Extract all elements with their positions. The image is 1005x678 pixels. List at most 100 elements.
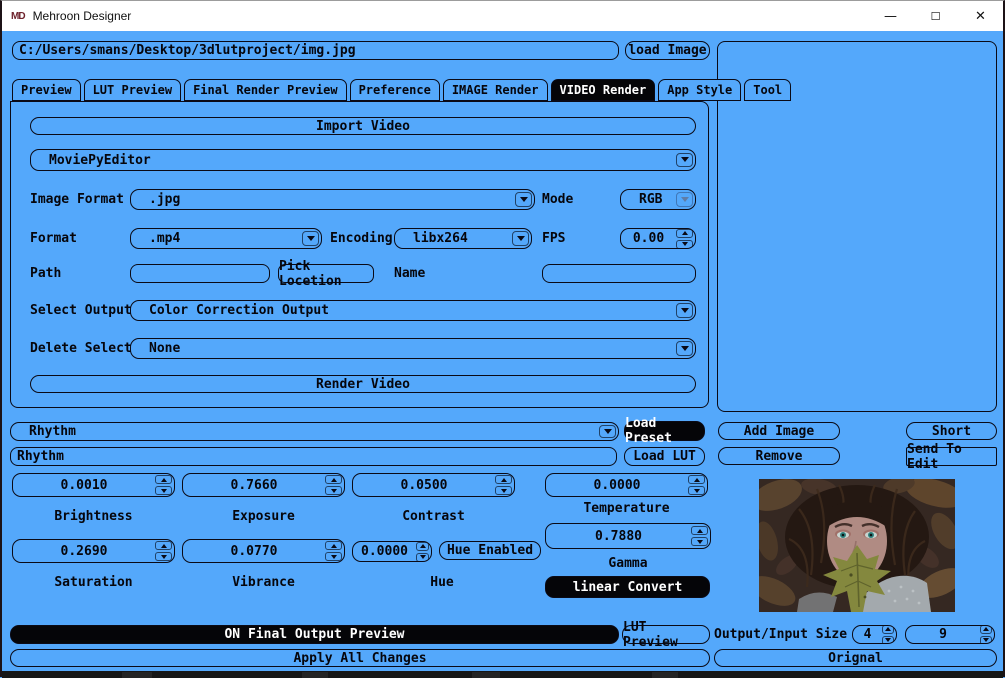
encoding-combobox[interactable]: libx264 <box>394 228 532 249</box>
mode-value: RGB <box>639 192 663 207</box>
chevron-down-icon[interactable] <box>599 425 616 438</box>
name-input[interactable] <box>542 264 696 283</box>
spin-down-icon[interactable] <box>676 239 693 248</box>
lut-name-input[interactable]: Rhythm <box>10 447 617 466</box>
spin-down-icon[interactable] <box>155 486 172 495</box>
delete-select-label: Delete Select <box>30 341 132 356</box>
fps-spinner[interactable]: 0.00 <box>620 228 696 249</box>
lut-preview-button[interactable]: LUT Preview <box>622 620 710 650</box>
delete-select-combobox[interactable]: None <box>130 338 696 359</box>
add-image-button[interactable]: Add Image <box>718 422 840 440</box>
short-button[interactable]: Short <box>906 422 997 440</box>
format-combobox[interactable]: .mp4 <box>130 228 322 249</box>
preview-image[interactable] <box>759 479 955 612</box>
output-size-value: 4 <box>863 627 872 642</box>
import-video-button[interactable]: Import Video <box>30 117 696 135</box>
original-button[interactable]: Orignal <box>714 649 997 667</box>
exposure-label: Exposure <box>232 509 295 524</box>
vibrance-label: Vibrance <box>232 575 295 590</box>
spin-up-icon[interactable] <box>980 626 992 634</box>
render-video-button[interactable]: Render Video <box>30 375 696 393</box>
path-label: Path <box>30 266 62 281</box>
spin-up-icon[interactable] <box>882 626 894 634</box>
chevron-down-icon[interactable] <box>302 231 319 246</box>
gamma-label: Gamma <box>608 556 648 571</box>
send-to-edit-button[interactable]: Send To Edit <box>906 442 997 472</box>
tab-video-render[interactable]: VIDEO Render <box>550 79 656 101</box>
spin-down-icon[interactable] <box>155 552 172 561</box>
spin-up-icon[interactable] <box>691 526 708 535</box>
saturation-value: 0.2690 <box>60 543 108 559</box>
tab-tool[interactable]: Tool <box>744 79 792 101</box>
apply-all-changes-button[interactable]: Apply All Changes <box>10 649 710 667</box>
close-icon[interactable]: ✕ <box>958 1 1003 31</box>
chevron-down-icon[interactable] <box>512 231 529 246</box>
load-image-button[interactable]: load Image <box>625 41 710 60</box>
spin-up-icon[interactable] <box>495 475 512 484</box>
saturation-label: Saturation <box>54 575 133 590</box>
contrast-value: 0.0500 <box>400 477 448 493</box>
spin-up-icon[interactable] <box>155 541 172 550</box>
contrast-spinner[interactable]: 0.0500 <box>352 473 515 497</box>
remove-button[interactable]: Remove <box>718 447 840 465</box>
minimize-icon[interactable]: — <box>868 1 913 31</box>
spin-down-icon[interactable] <box>495 486 512 495</box>
pick-location-button[interactable]: Pick Locetion <box>278 259 374 289</box>
load-lut-button[interactable]: Load LUT <box>624 447 705 466</box>
tab-preference[interactable]: Preference <box>349 79 440 101</box>
select-output-combobox[interactable]: Color Correction Output <box>130 300 696 321</box>
editor-combobox[interactable]: MoviePyEditor <box>30 149 696 171</box>
output-size-spinner[interactable]: 4 <box>852 625 897 644</box>
hue-label: Hue <box>430 575 454 590</box>
spin-down-icon[interactable] <box>688 486 705 495</box>
path-input[interactable] <box>130 264 270 283</box>
tab-image-render[interactable]: IMAGE Render <box>442 79 548 101</box>
chevron-down-icon[interactable] <box>676 303 693 318</box>
tab-lut-preview[interactable]: LUT Preview <box>83 79 182 101</box>
format-label: Format <box>30 231 77 246</box>
tab-final-render-preview[interactable]: Final Render Preview <box>184 79 347 101</box>
spin-down-icon[interactable] <box>325 552 342 561</box>
chevron-down-icon[interactable] <box>676 152 693 168</box>
brightness-spinner[interactable]: 0.0010 <box>12 473 175 497</box>
hue-value: 0.0000 <box>361 544 408 559</box>
vibrance-spinner[interactable]: 0.0770 <box>182 539 345 563</box>
temperature-spinner[interactable]: 0.0000 <box>545 473 708 497</box>
image-format-combobox[interactable]: .jpg <box>130 189 535 210</box>
format-value: .mp4 <box>149 231 181 246</box>
tab-app-style[interactable]: App Style <box>658 79 742 101</box>
final-output-preview-toggle[interactable]: ON Final Output Preview <box>10 625 619 644</box>
spin-up-icon[interactable] <box>325 475 342 484</box>
spin-down-icon[interactable] <box>980 635 992 643</box>
fps-label: FPS <box>542 231 566 246</box>
chevron-down-icon[interactable] <box>676 341 693 356</box>
gamma-spinner[interactable]: 0.7880 <box>545 523 711 549</box>
maximize-icon[interactable]: ☐ <box>913 1 958 31</box>
spin-down-icon[interactable] <box>325 486 342 495</box>
chevron-down-icon[interactable] <box>515 192 532 207</box>
spin-up-icon[interactable] <box>155 475 172 484</box>
tab-preview[interactable]: Preview <box>12 79 81 101</box>
linear-convert-button[interactable]: linear Convert <box>545 576 710 598</box>
spin-down-icon[interactable] <box>882 635 894 643</box>
spin-up-icon[interactable] <box>688 475 705 484</box>
app-body: C:/Users/smans/Desktop/3dlutproject/img.… <box>2 31 1003 671</box>
spin-down-icon[interactable] <box>691 537 708 546</box>
spin-up-icon[interactable] <box>325 541 342 550</box>
input-size-spinner[interactable]: 9 <box>905 625 995 644</box>
exposure-spinner[interactable]: 0.7660 <box>182 473 345 497</box>
exposure-value: 0.7660 <box>230 477 278 493</box>
saturation-spinner[interactable]: 0.2690 <box>12 539 175 563</box>
spin-down-icon[interactable] <box>416 552 429 561</box>
load-preset-button[interactable]: Load Preset <box>624 416 705 446</box>
title-bar: MD Mehroon Designer — ☐ ✕ <box>2 1 1003 31</box>
image-path-input[interactable]: C:/Users/smans/Desktop/3dlutproject/img.… <box>12 41 619 60</box>
preset-combobox[interactable]: Rhythm <box>10 422 619 441</box>
spin-up-icon[interactable] <box>676 229 693 238</box>
select-output-value: Color Correction Output <box>149 303 330 318</box>
mode-combobox[interactable]: RGB <box>620 189 696 210</box>
window-controls: — ☐ ✕ <box>868 1 1003 31</box>
hue-enabled-button[interactable]: Hue Enabled <box>439 541 541 560</box>
hue-spinner[interactable]: 0.0000 <box>352 541 432 562</box>
spin-up-icon[interactable] <box>416 542 429 551</box>
